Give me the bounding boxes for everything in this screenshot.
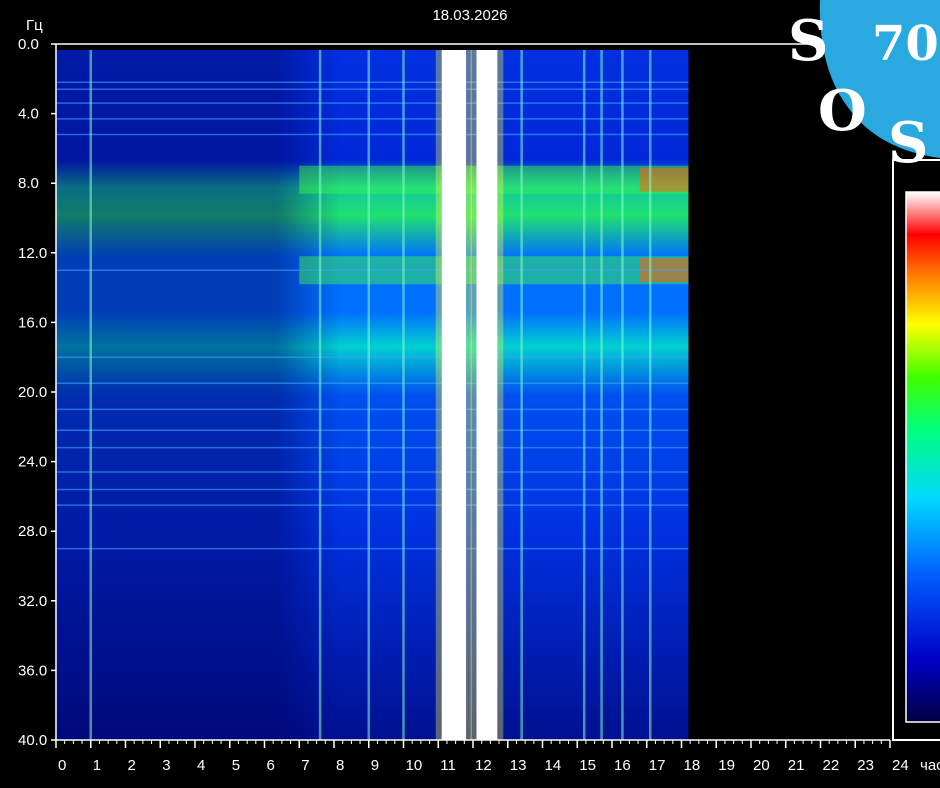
sos-logo-letter-o: O	[818, 78, 867, 144]
y-tick-label-6: 24.0	[18, 454, 47, 471]
y-tick-label-3: 12.0	[18, 245, 47, 262]
y-tick-label-1: 4.0	[18, 106, 39, 123]
y-tick-label-8: 32.0	[18, 593, 47, 610]
x-tick-label-4: 4	[197, 757, 205, 774]
spectrogram-plot-area	[56, 50, 689, 740]
y-tick-label-0: 0.0	[18, 36, 39, 53]
sos-logo-number: 70	[872, 16, 939, 72]
sos-logo-letter-s1: S	[788, 8, 828, 74]
burst-band-0	[441, 50, 467, 740]
x-tick-label-17: 17	[649, 757, 666, 774]
x-tick-label-15: 15	[579, 757, 596, 774]
x-tick-label-8: 8	[336, 757, 344, 774]
x-tick-label-14: 14	[545, 757, 562, 774]
colorbar	[892, 159, 940, 741]
x-tick-label-23: 23	[857, 757, 874, 774]
y-tick-label-4: 16.0	[18, 314, 47, 331]
x-tick-label-1: 1	[93, 757, 101, 774]
x-tick-label-9: 9	[371, 757, 379, 774]
x-axis-unit-label: час	[920, 757, 940, 774]
x-tick-label-2: 2	[128, 757, 136, 774]
x-tick-label-18: 18	[684, 757, 701, 774]
y-tick-label-10: 40.0	[18, 732, 47, 749]
x-tick-label-19: 19	[718, 757, 735, 774]
colorbar-gradient	[905, 191, 940, 723]
x-tick-label-20: 20	[753, 757, 770, 774]
x-tick-label-22: 22	[823, 757, 840, 774]
chart-date-title: 18.03.2026	[432, 7, 507, 24]
x-tick-label-24: 24	[892, 757, 909, 774]
burst-band-1	[476, 50, 498, 740]
y-axis-unit-label: Гц	[26, 17, 43, 34]
x-tick-label-0: 0	[58, 757, 66, 774]
x-tick-label-5: 5	[232, 757, 240, 774]
y-tick-label-2: 8.0	[18, 175, 39, 192]
y-axis-ticks: 0.0 4.0 8.0 12.0 16.0 20.0 24.0 28.0 32.0 36.0 40.…	[18, 36, 56, 749]
spectrogram-chart: 0 1 2 3 4 5 6 7 8 9 10 11 12 13 14 15 16 17 18 19 20 21 22 23 24…	[18, 0, 940, 774]
x-axis-ticks: 0 1 2 3 4 5 6 7 8 9 10 11 12 13 14 15 16 17 18 19 20 21 22 23 24	[55, 740, 909, 774]
spectrogram-darken-early	[56, 50, 689, 740]
y-tick-label-9: 36.0	[18, 662, 47, 679]
resonance-hotspot-0	[639, 167, 689, 192]
x-tick-label-21: 21	[788, 757, 805, 774]
x-tick-label-16: 16	[614, 757, 631, 774]
x-tick-label-11: 11	[440, 757, 456, 774]
x-tick-label-10: 10	[406, 757, 423, 774]
y-tick-label-5: 20.0	[18, 384, 47, 401]
bright-burst-bands	[435, 50, 504, 740]
x-tick-label-12: 12	[475, 757, 492, 774]
sos-logo: 70 S O S	[788, 0, 940, 176]
x-tick-label-7: 7	[301, 757, 309, 774]
sos-logo-letter-s2: S	[888, 110, 928, 176]
x-tick-label-6: 6	[267, 757, 275, 774]
x-tick-label-13: 13	[510, 757, 527, 774]
x-tick-label-3: 3	[162, 757, 170, 774]
y-tick-label-7: 28.0	[18, 523, 47, 540]
